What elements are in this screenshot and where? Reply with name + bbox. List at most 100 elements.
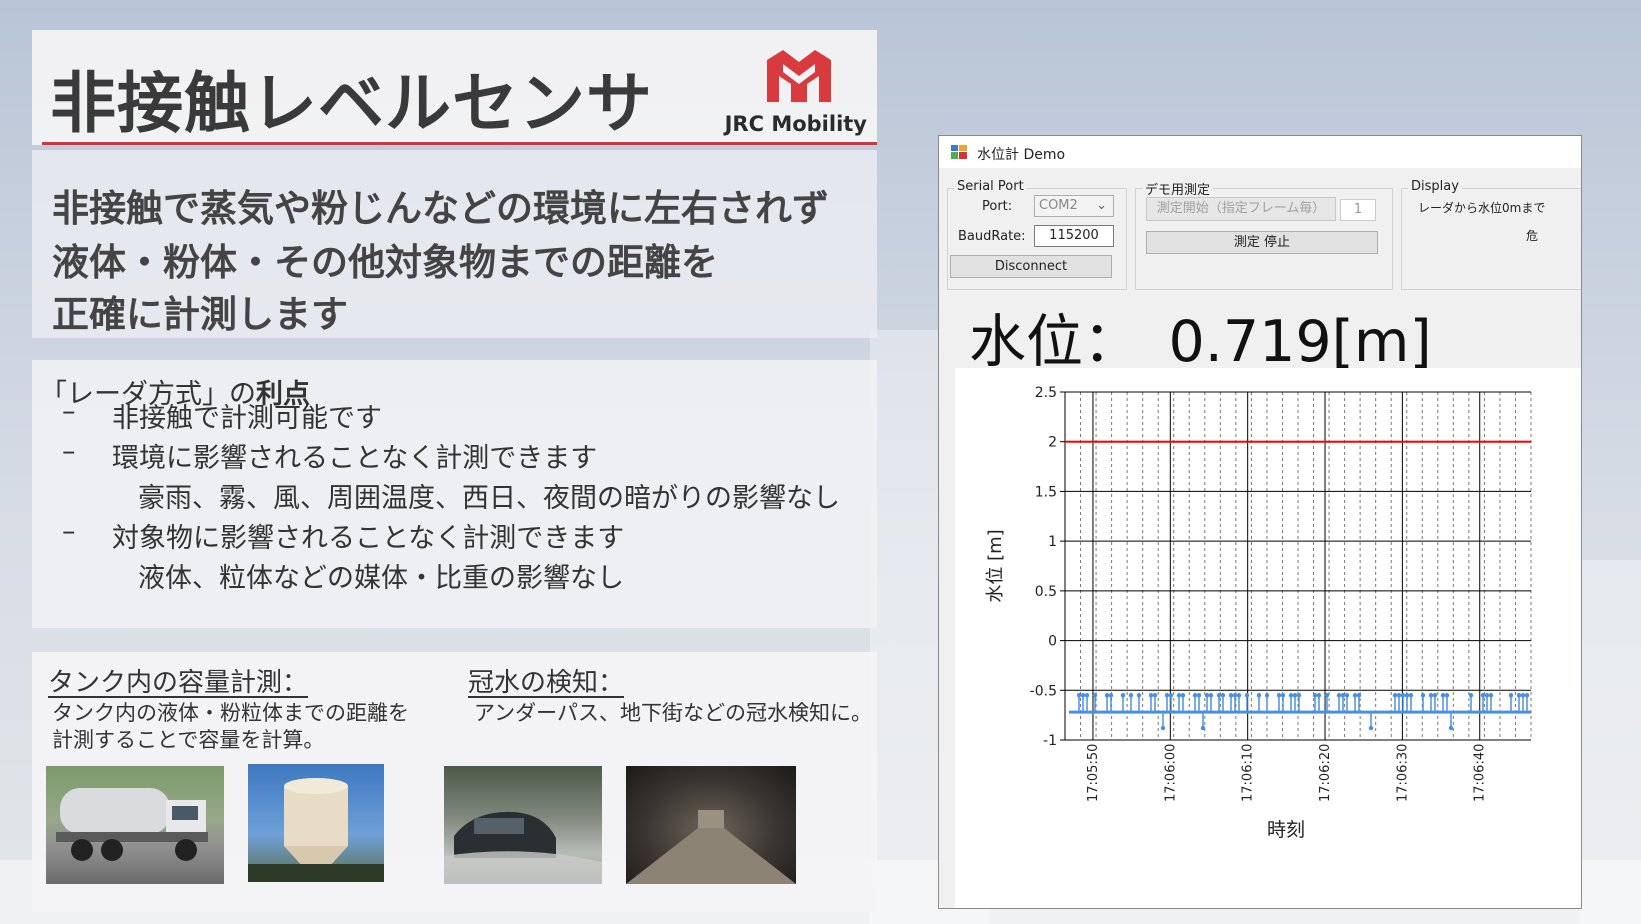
window-titlebar[interactable]: 水位計 Demo (939, 136, 1581, 168)
chart-x-tick-label: 17:06:20 (1318, 744, 1333, 802)
chart-x-tick-label: 17:05:50 (1086, 744, 1101, 802)
water-level-chart: 17:05:50 17:06:00 17:06:10 17:06:20 17:06:30… (955, 368, 1581, 908)
data-point (1296, 693, 1302, 698)
data-point (1484, 693, 1490, 698)
data-point (1136, 693, 1142, 698)
advantage-subitem: 液体、粒体などの媒体・比重の影響なし (138, 563, 624, 594)
app-icon (951, 145, 967, 159)
stop-measurement-button[interactable]: 測定 停止 (1146, 231, 1378, 254)
data-point (1228, 693, 1234, 698)
data-point (1204, 693, 1210, 698)
serial-port-group-label: Serial Port (954, 179, 1027, 194)
port-combobox[interactable]: COM2 ⌄ (1034, 195, 1114, 217)
data-point (1244, 693, 1250, 698)
start-measurement-button[interactable]: 測定開始（指定フレーム毎） (1146, 197, 1336, 221)
display-group-label: Display (1408, 179, 1462, 194)
chart-y-tick-label: 2 (1048, 435, 1057, 451)
bullet-dash: – (62, 436, 76, 467)
chart-y-tick-label: -1 (1043, 733, 1057, 749)
data-point (1196, 693, 1202, 698)
data-point (1356, 693, 1362, 698)
data-point (1180, 693, 1186, 698)
port-label: Port: (982, 199, 1013, 214)
data-point (1404, 693, 1410, 698)
silo-tank-photo (248, 764, 384, 882)
chart-x-tick-label: 17:06:10 (1241, 744, 1256, 802)
bullet-dash: – (62, 516, 76, 547)
data-point (1168, 693, 1174, 698)
car-icon (444, 811, 602, 884)
data-point (1200, 725, 1206, 731)
window-title: 水位計 Demo (977, 147, 1066, 163)
display-group: Display レーダから水位0mまで 危 (1401, 179, 1581, 290)
bullet-dash: – (62, 396, 76, 427)
data-point (1220, 693, 1226, 698)
display-line-1: レーダから水位0mまで (1418, 201, 1546, 215)
data-point (1176, 693, 1182, 698)
chart-x-axis-label: 時刻 (1267, 819, 1305, 841)
chart-svg: 17:05:50 17:06:00 17:06:10 17:06:20 17:06:30… (985, 385, 1532, 841)
data-point (1216, 693, 1222, 698)
data-point (1444, 693, 1450, 698)
data-point (1400, 693, 1406, 698)
data-point (1480, 693, 1486, 698)
data-point (1276, 693, 1282, 698)
water-level-readout: 水位： 0.719[m] (969, 309, 1432, 375)
data-point (1488, 693, 1494, 698)
chart-y-tick-label: 1 (1048, 534, 1057, 550)
data-point (1468, 693, 1474, 698)
display-line-2: 危 (1526, 229, 1539, 243)
demo-group-label: デモ用測定 (1142, 179, 1214, 198)
data-point (1148, 693, 1154, 698)
disconnect-button[interactable]: Disconnect (950, 255, 1112, 278)
data-point (1160, 725, 1166, 731)
data-point (1288, 693, 1294, 698)
lead-panel: 非接触で蒸気や粉じんなどの環境に左右されず 液体・粉体・その他対象物までの距離を… (32, 150, 877, 338)
use-heading-flood: 冠水の検知： (468, 668, 625, 698)
chart-x-tick-label: 17:06:40 (1473, 744, 1488, 802)
data-point (1508, 693, 1514, 698)
data-point (1340, 693, 1346, 698)
underpass-photo (626, 766, 796, 884)
data-point (1312, 693, 1318, 698)
data-point (1440, 693, 1446, 698)
data-point (1432, 693, 1438, 698)
chevron-down-icon: ⌄ (1096, 198, 1107, 213)
tunnel-icon (626, 810, 796, 884)
serial-port-group: Serial Port Port: COM2 ⌄ BaudRate: 11520… (947, 179, 1127, 290)
data-point (1420, 693, 1426, 698)
slide-title: 非接触レベルセンサ (50, 65, 653, 142)
truck-icon (56, 788, 208, 861)
lead-line-3: 正確に計測します (52, 293, 348, 336)
data-point (1120, 693, 1126, 698)
data-point (1232, 693, 1238, 698)
data-point (1076, 693, 1082, 698)
lead-line-1: 非接触で蒸気や粉じんなどの環境に左右されず (52, 187, 829, 230)
advantage-item: 非接触で計測可能です (112, 403, 382, 434)
advantages-panel: 「レーダ方式」の利点 – 非接触で計測可能です – 環境に影響されることなく計測… (32, 360, 877, 628)
baudrate-input[interactable]: 115200 (1034, 225, 1114, 247)
data-point (1336, 693, 1342, 698)
data-point (1152, 693, 1158, 698)
data-point (1392, 693, 1398, 698)
data-point (1292, 693, 1298, 698)
company-logo: JRC Mobility (725, 50, 867, 140)
data-point (1264, 693, 1270, 698)
chart-x-tick-label: 17:06:30 (1395, 744, 1410, 802)
chart-y-tick-label: 0 (1048, 634, 1057, 650)
data-point (1256, 693, 1262, 698)
frame-count-input[interactable]: 1 (1340, 199, 1376, 221)
lead-line-2: 液体・粉体・その他対象物までの距離を (52, 241, 718, 284)
use-desc-line: アンダーパス、地下街などの冠水検知に。 (474, 701, 872, 725)
data-point (1128, 693, 1134, 698)
data-point (1280, 693, 1286, 698)
chart-y-tick-label: 1.5 (1035, 484, 1057, 500)
advantage-item: 環境に影響されることなく計測できます (112, 443, 598, 474)
data-point (1208, 693, 1214, 698)
jrc-logo-icon (767, 50, 831, 102)
water-level-app-window: 水位計 Demo Serial Port Port: COM2 ⌄ BaudRa… (938, 135, 1582, 909)
baudrate-label: BaudRate: (958, 229, 1026, 244)
title-underline (42, 142, 877, 145)
chart-y-tick-label: 0.5 (1035, 584, 1057, 600)
data-point (1352, 693, 1358, 698)
